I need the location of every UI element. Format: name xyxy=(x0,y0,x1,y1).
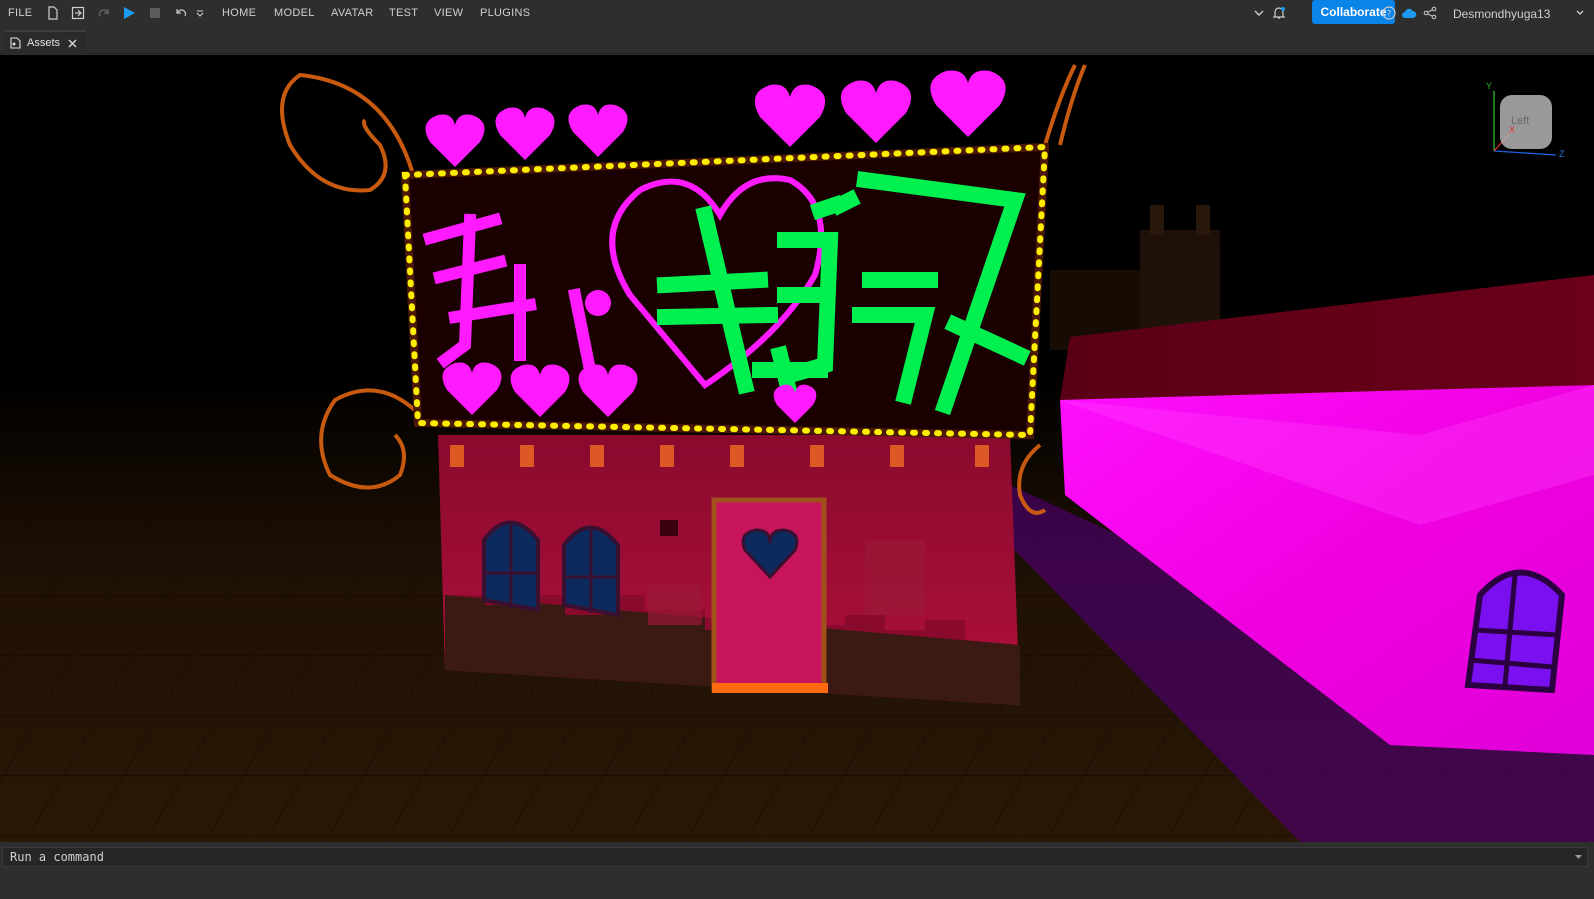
tab-plugins[interactable]: PLUGINS xyxy=(480,7,530,19)
assets-document-icon xyxy=(10,37,21,49)
tab-avatar[interactable]: AVATAR xyxy=(331,7,374,19)
menu-file[interactable]: FILE xyxy=(8,7,32,19)
view-cube[interactable]: Left Y Z X xyxy=(1486,81,1568,163)
new-file-icon[interactable] xyxy=(45,5,61,21)
close-icon[interactable] xyxy=(68,39,77,48)
username-label[interactable]: Desmondhyuga13 xyxy=(1453,7,1550,21)
stop-icon[interactable] xyxy=(147,5,163,21)
shop-building xyxy=(438,435,1020,705)
axis-x-label: X xyxy=(1509,125,1516,135)
purple-window xyxy=(1464,569,1566,694)
play-icon[interactable] xyxy=(121,5,137,21)
axis-y-label: Y xyxy=(1486,81,1493,91)
undo-icon[interactable] xyxy=(173,5,189,21)
top-menu-bar: FILE HOME MODEL AVATAR TEST VIEW PLUGINS… xyxy=(0,0,1594,26)
axis-z-label: Z xyxy=(1559,149,1565,159)
tab-view[interactable]: VIEW xyxy=(434,7,463,19)
tab-assets[interactable]: Assets xyxy=(4,30,86,54)
help-icon[interactable]: ? xyxy=(1381,5,1397,21)
scene-render xyxy=(0,55,1594,842)
command-input[interactable]: Run a command xyxy=(2,847,1588,867)
publish-icon[interactable] xyxy=(70,5,86,21)
document-tab-bar: Assets xyxy=(0,27,1594,54)
tab-home[interactable]: HOME xyxy=(222,7,256,19)
notification-bell-icon[interactable] xyxy=(1271,5,1287,21)
command-dropdown-icon[interactable] xyxy=(1574,853,1583,861)
command-bar: Run a command xyxy=(0,842,1594,899)
tab-assets-label: Assets xyxy=(27,37,61,49)
tab-model[interactable]: MODEL xyxy=(274,7,315,19)
redo-icon[interactable] xyxy=(96,5,112,21)
user-dropdown-icon[interactable] xyxy=(1574,5,1586,21)
3d-viewport[interactable]: Left Y Z X xyxy=(0,55,1594,842)
share-icon[interactable] xyxy=(1422,5,1438,21)
svg-text:?: ? xyxy=(1387,10,1392,20)
dropdown-icon[interactable] xyxy=(194,5,206,21)
expand-chevron-icon[interactable] xyxy=(1251,5,1267,21)
cloud-icon[interactable] xyxy=(1401,5,1417,21)
tab-test[interactable]: TEST xyxy=(389,7,418,19)
